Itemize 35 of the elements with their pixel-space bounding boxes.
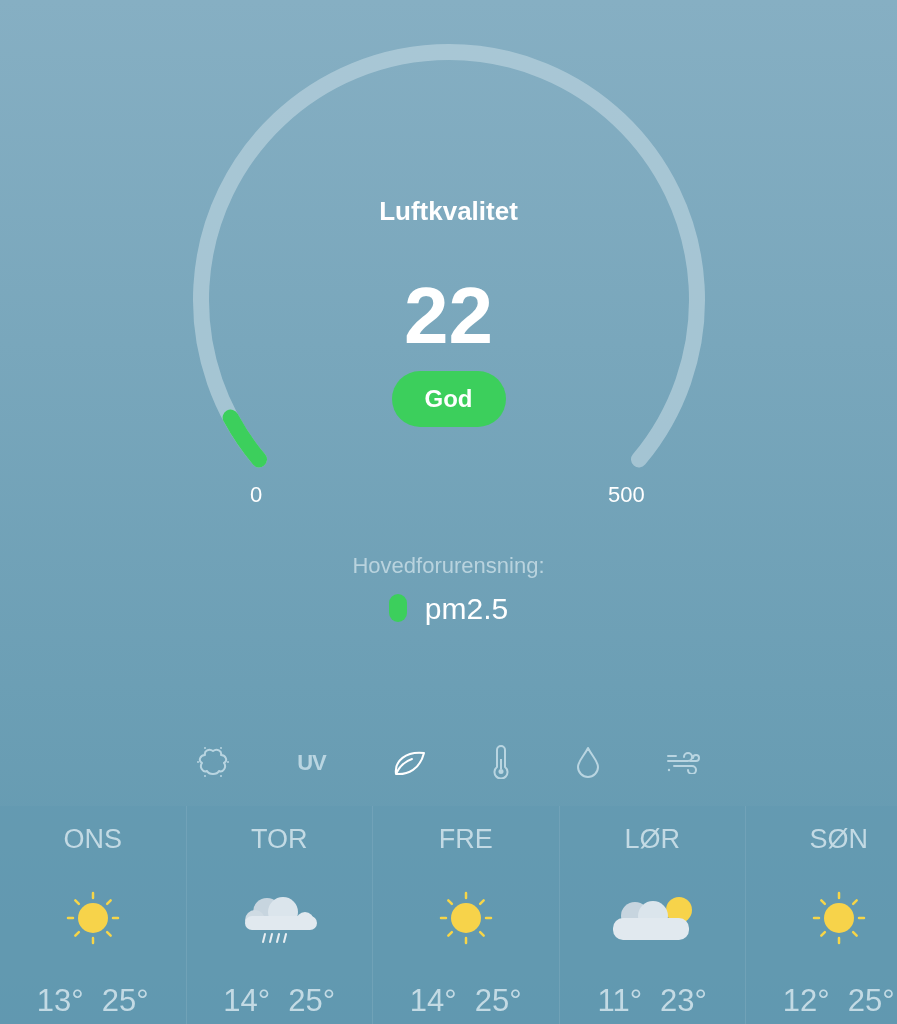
humidity-tab[interactable]	[575, 746, 600, 779]
gauge-title: Luftkvalitet	[379, 195, 518, 228]
pollutant-label: Hovedforurensning:	[352, 551, 545, 580]
thermometer-icon	[491, 745, 510, 780]
sun-icon	[810, 889, 867, 946]
drop-icon	[575, 746, 600, 779]
gauge-max-label: 500	[608, 481, 645, 509]
day-label: LØR	[624, 822, 680, 856]
pollen-tab[interactable]	[195, 745, 231, 780]
day-label: SØN	[809, 822, 868, 856]
gauge-min-label: 0	[250, 481, 263, 509]
low-temperature: 14°	[409, 981, 457, 1020]
wind-icon	[666, 750, 702, 775]
low-temperature: 14°	[223, 981, 271, 1020]
status-badge: God	[391, 371, 506, 427]
temperature-tab[interactable]	[491, 745, 510, 780]
gauge-fill	[222, 409, 267, 468]
high-temperature: 25°	[847, 981, 895, 1020]
day-label: FRE	[438, 822, 493, 856]
flower-icon	[195, 745, 231, 780]
wind-tab[interactable]	[666, 750, 702, 775]
day-label: TOR	[251, 822, 308, 856]
high-temperature: 25°	[474, 981, 522, 1020]
high-temperature: 25°	[101, 981, 149, 1020]
high-temperature: 23°	[660, 981, 707, 1020]
uv-tab[interactable]: UV	[297, 745, 326, 779]
low-temperature: 11°	[597, 981, 643, 1020]
low-temperature: 13°	[36, 981, 84, 1020]
day-label: ONS	[63, 822, 122, 856]
high-temperature: 25°	[288, 981, 336, 1020]
pollutant-value: pm2.5	[424, 590, 509, 627]
aqi-value: 22	[404, 271, 493, 361]
sun-icon	[64, 889, 121, 946]
low-temperature: 12°	[782, 981, 830, 1020]
sun-icon	[437, 889, 494, 946]
